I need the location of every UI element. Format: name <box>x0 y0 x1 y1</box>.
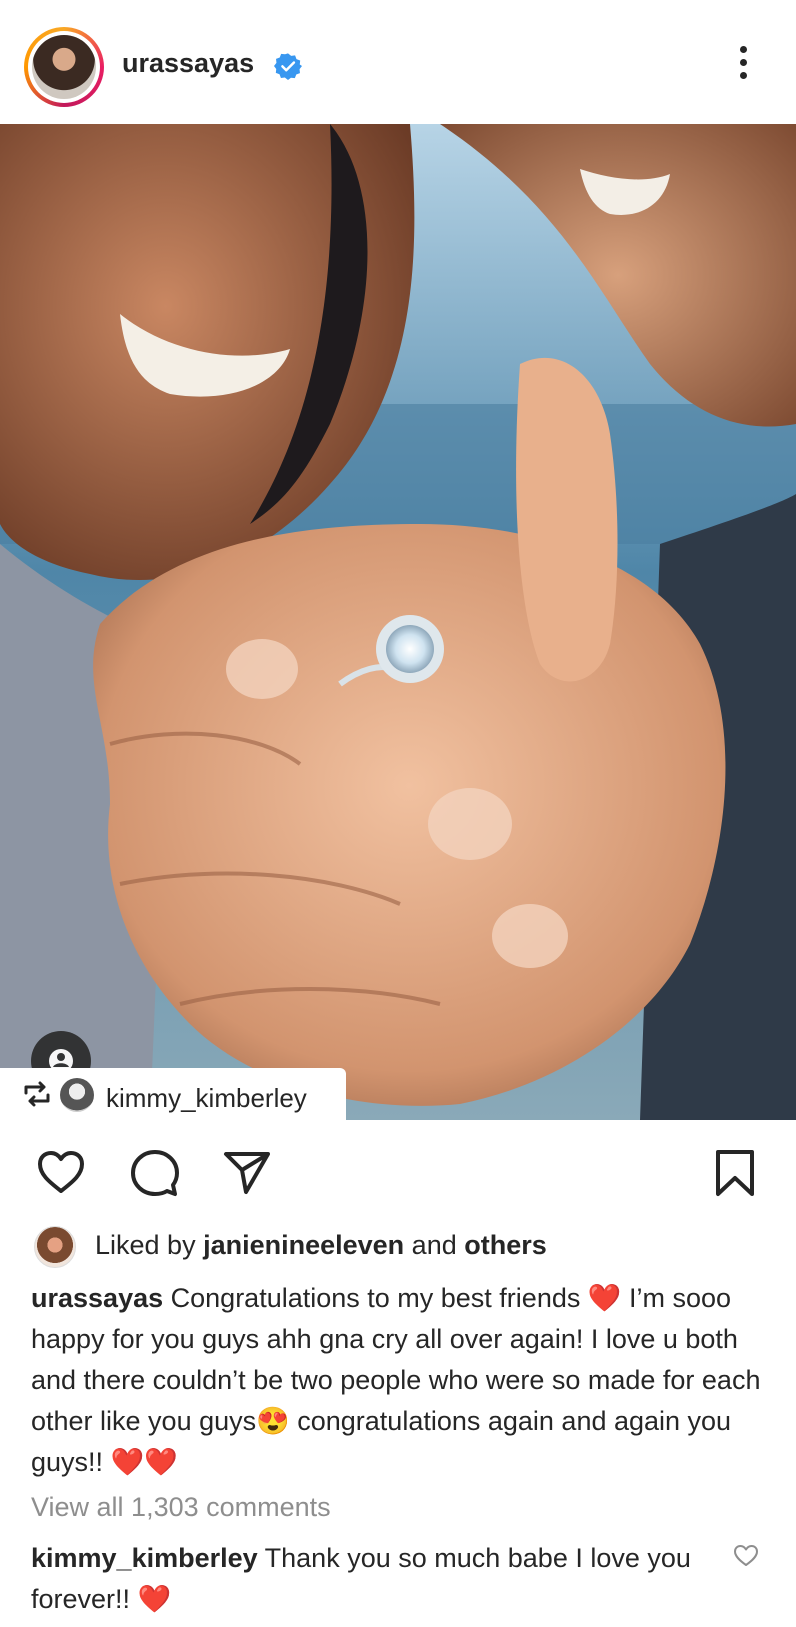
comment-username[interactable]: kimmy_kimberley <box>31 1543 258 1573</box>
comment-item: kimmy_kimberley Thank you so much babe I… <box>31 1538 711 1620</box>
view-all-comments-link[interactable]: View all 1,303 comments <box>31 1492 331 1523</box>
story-avatar[interactable] <box>24 27 104 107</box>
post-header: urassayas <box>0 0 796 120</box>
repost-username[interactable]: kimmy_kimberley <box>106 1083 307 1114</box>
bookmark-icon[interactable] <box>710 1148 760 1198</box>
liked-by-text[interactable]: Liked by janienineeleven and others <box>95 1230 547 1261</box>
repost-avatar <box>60 1078 94 1112</box>
post-image[interactable] <box>0 124 796 1120</box>
liked-by-username[interactable]: janienineeleven <box>203 1230 404 1260</box>
comment-bubble-icon[interactable] <box>130 1148 180 1198</box>
paper-plane-icon[interactable] <box>222 1148 272 1198</box>
liked-by-others[interactable]: others <box>464 1230 547 1260</box>
post-username[interactable]: urassayas <box>122 48 254 79</box>
caption-username[interactable]: urassayas <box>31 1283 163 1313</box>
comment-like-heart-icon[interactable] <box>733 1544 759 1568</box>
heart-outline-icon[interactable] <box>36 1148 86 1198</box>
more-options-icon[interactable] <box>737 46 749 86</box>
verified-badge-icon <box>274 53 302 80</box>
avatar <box>32 35 96 99</box>
liked-by-avatar[interactable] <box>34 1226 76 1268</box>
repost-icon <box>24 1081 50 1107</box>
post-caption: urassayas Congratulations to my best fri… <box>31 1278 761 1483</box>
